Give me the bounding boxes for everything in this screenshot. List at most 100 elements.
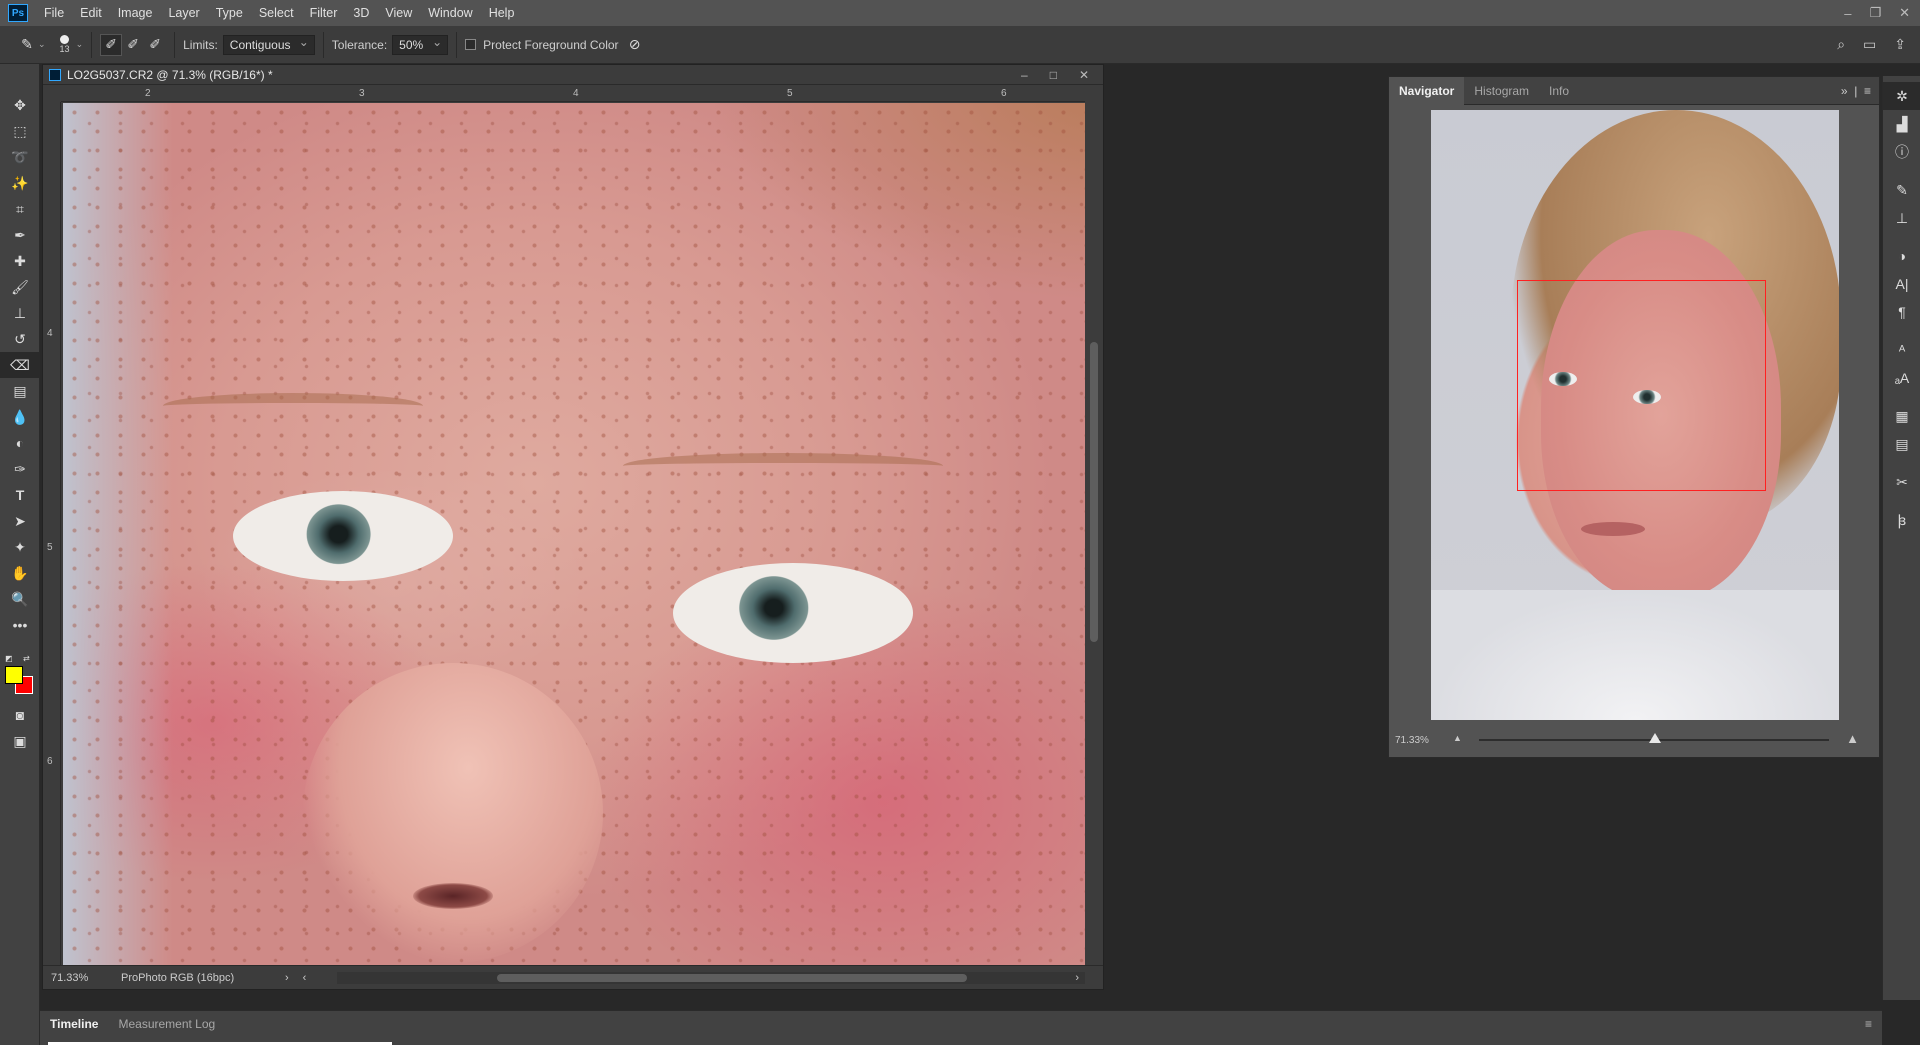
search-icon[interactable]: ⌕ <box>1837 36 1845 53</box>
navigator-thumbnail[interactable] <box>1431 110 1839 720</box>
screen-mode-icon[interactable]: ▣ <box>0 728 40 754</box>
ruler-tick-label: 2 <box>145 88 151 99</box>
foreground-color-swatch[interactable] <box>5 666 23 684</box>
crop-tool-icon[interactable]: ⌗ <box>0 196 40 222</box>
tab-timeline[interactable]: Timeline <box>40 1011 109 1037</box>
protect-foreground-checkbox[interactable] <box>465 39 477 50</box>
lasso-tool-icon[interactable]: ➰ <box>0 144 40 170</box>
scroll-left-icon[interactable]: ‹ <box>303 972 307 984</box>
restore-app-button[interactable]: ❐ <box>1869 5 1881 21</box>
histogram-panel-icon[interactable]: ▟ <box>1883 110 1920 138</box>
move-tool-icon[interactable]: ✥ <box>0 92 40 118</box>
menu-layer[interactable]: Layer <box>160 0 207 26</box>
menu-window[interactable]: Window <box>420 0 480 26</box>
tab-navigator[interactable]: Navigator <box>1389 76 1465 105</box>
gradient-tool-icon[interactable]: ▤ <box>0 378 40 404</box>
sampling-background-swatch-icon[interactable]: ✐ <box>144 34 166 56</box>
document-zoom-field[interactable]: 71.33% <box>51 972 121 984</box>
hand-tool-icon[interactable]: ✋ <box>0 560 40 586</box>
eyedropper-tool-icon[interactable]: ✒ <box>0 222 40 248</box>
horizontal-scroll-thumb[interactable] <box>497 974 967 982</box>
sampling-continuous-icon[interactable]: ✐ <box>100 33 123 56</box>
sampling-once-icon[interactable]: ✐ <box>122 34 144 56</box>
character-styles-panel-icon[interactable]: ᴬ <box>1883 336 1920 364</box>
pressure-size-icon[interactable]: ⊘ <box>624 34 646 56</box>
info-panel-icon[interactable]: ⓘ <box>1883 138 1920 166</box>
adjustments-panel-icon[interactable]: ◑ <box>1883 242 1920 270</box>
maximize-document-button[interactable]: □ <box>1050 65 1057 85</box>
clone-source-panel-icon[interactable]: ⊥ <box>1883 204 1920 232</box>
horizontal-scrollbar[interactable] <box>337 972 1085 984</box>
menu-3d[interactable]: 3D <box>345 0 377 26</box>
brush-settings-panel-icon[interactable]: ✎ <box>1883 176 1920 204</box>
vertical-scrollbar[interactable] <box>1085 102 1103 965</box>
libraries-panel-icon[interactable]: ▦ <box>1883 402 1920 430</box>
background-eraser-tool-icon[interactable]: ⌫ <box>0 352 40 378</box>
timeline-tabs: Timeline Measurement Log <box>40 1011 225 1037</box>
workspace-icon[interactable]: ▭ <box>1863 36 1876 53</box>
history-brush-tool-icon[interactable]: ↺ <box>0 326 40 352</box>
document-color-profile: ProPhoto RGB (16bpc) <box>121 971 235 984</box>
menu-file[interactable]: File <box>36 0 72 26</box>
pen-tool-icon[interactable]: ✑ <box>0 456 40 482</box>
tool-presets-panel-icon[interactable]: ✂ <box>1883 468 1920 496</box>
notes-panel-icon[interactable]: ▤ <box>1883 430 1920 458</box>
share-icon[interactable]: ⇪ <box>1894 36 1906 53</box>
navigator-panel-icon[interactable]: ✲ <box>1883 82 1920 110</box>
brush-dropdown-icon[interactable]: ⌄ <box>76 39 84 50</box>
zoom-out-icon[interactable]: ▲ <box>1453 733 1462 743</box>
tab-histogram[interactable]: Histogram <box>1464 77 1539 105</box>
default-colors-icon[interactable]: ◩ <box>5 654 13 663</box>
blur-tool-icon[interactable]: 💧 <box>0 404 40 430</box>
zoom-in-icon[interactable]: ▲ <box>1846 731 1859 746</box>
menu-filter[interactable]: Filter <box>302 0 346 26</box>
zoom-slider[interactable] <box>1479 733 1829 743</box>
minimize-document-button[interactable]: – <box>1021 65 1028 85</box>
close-document-button[interactable]: ✕ <box>1079 65 1089 85</box>
paragraph-panel-icon[interactable]: ¶ <box>1883 298 1920 326</box>
menu-select[interactable]: Select <box>251 0 302 26</box>
glyphs-panel-icon[interactable]: ₐA <box>1883 364 1920 392</box>
healing-brush-tool-icon[interactable]: ✚ <box>0 248 40 274</box>
document-title-bar[interactable]: LO2G5037.CR2 @ 71.3% (RGB/16*) * – □ ✕ <box>43 65 1103 85</box>
image-canvas[interactable] <box>63 103 1085 969</box>
character-panel-icon[interactable]: A| <box>1883 270 1920 298</box>
zoom-tool-icon[interactable]: 🔍 <box>0 586 40 612</box>
vertical-scroll-thumb[interactable] <box>1090 342 1098 642</box>
more-tools-icon[interactable]: ••• <box>0 612 40 638</box>
timeline-menu-icon[interactable]: ≡ <box>1865 1017 1872 1031</box>
menu-type[interactable]: Type <box>208 0 251 26</box>
custom-shape-tool-icon[interactable]: ✦ <box>0 534 40 560</box>
type-tool-icon[interactable]: T <box>0 482 40 508</box>
clone-stamp-tool-icon[interactable]: ⊥ <box>0 300 40 326</box>
dodge-tool-icon[interactable]: ◐ <box>0 430 40 456</box>
menu-edit[interactable]: Edit <box>72 0 110 26</box>
divider <box>174 31 176 58</box>
menu-image[interactable]: Image <box>110 0 161 26</box>
swap-colors-icon[interactable]: ⇄ <box>23 654 30 663</box>
menu-help[interactable]: Help <box>481 0 523 26</box>
navigator-zoom-field[interactable]: 71.33% <box>1395 735 1429 746</box>
path-selection-tool-icon[interactable]: ➤ <box>0 508 40 534</box>
brush-size-picker[interactable]: 13 <box>60 35 70 54</box>
tab-info[interactable]: Info <box>1539 77 1579 105</box>
tool-preset-dropdown-icon[interactable]: ⌄ <box>38 39 46 50</box>
close-app-button[interactable]: ✕ <box>1899 5 1910 21</box>
magic-wand-tool-icon[interactable]: ✨ <box>0 170 40 196</box>
minimize-app-button[interactable]: – <box>1844 6 1851 21</box>
zoom-slider-knob[interactable] <box>1649 733 1661 743</box>
tab-measurement-log[interactable]: Measurement Log <box>108 1011 225 1037</box>
marquee-tool-icon[interactable]: ⬚ <box>0 118 40 144</box>
menu-view[interactable]: View <box>377 0 420 26</box>
background-eraser-preset-icon[interactable]: ✎ <box>16 34 38 56</box>
photo-brow-right <box>623 453 943 479</box>
navigator-view-box[interactable] <box>1517 280 1766 491</box>
panel-menu-icon[interactable]: » | ≡ <box>1841 77 1871 105</box>
tolerance-input[interactable]: 50% <box>392 33 449 55</box>
paths-panel-icon[interactable]: ꟓ <box>1883 506 1920 534</box>
status-menu-arrow-icon[interactable]: › <box>285 972 289 984</box>
limits-select[interactable]: Contiguous <box>222 33 315 55</box>
scroll-right-icon[interactable]: › <box>1075 972 1079 984</box>
brush-tool-icon[interactable]: 🖌 <box>0 274 40 300</box>
quick-mask-icon[interactable]: ◙ <box>0 702 40 728</box>
